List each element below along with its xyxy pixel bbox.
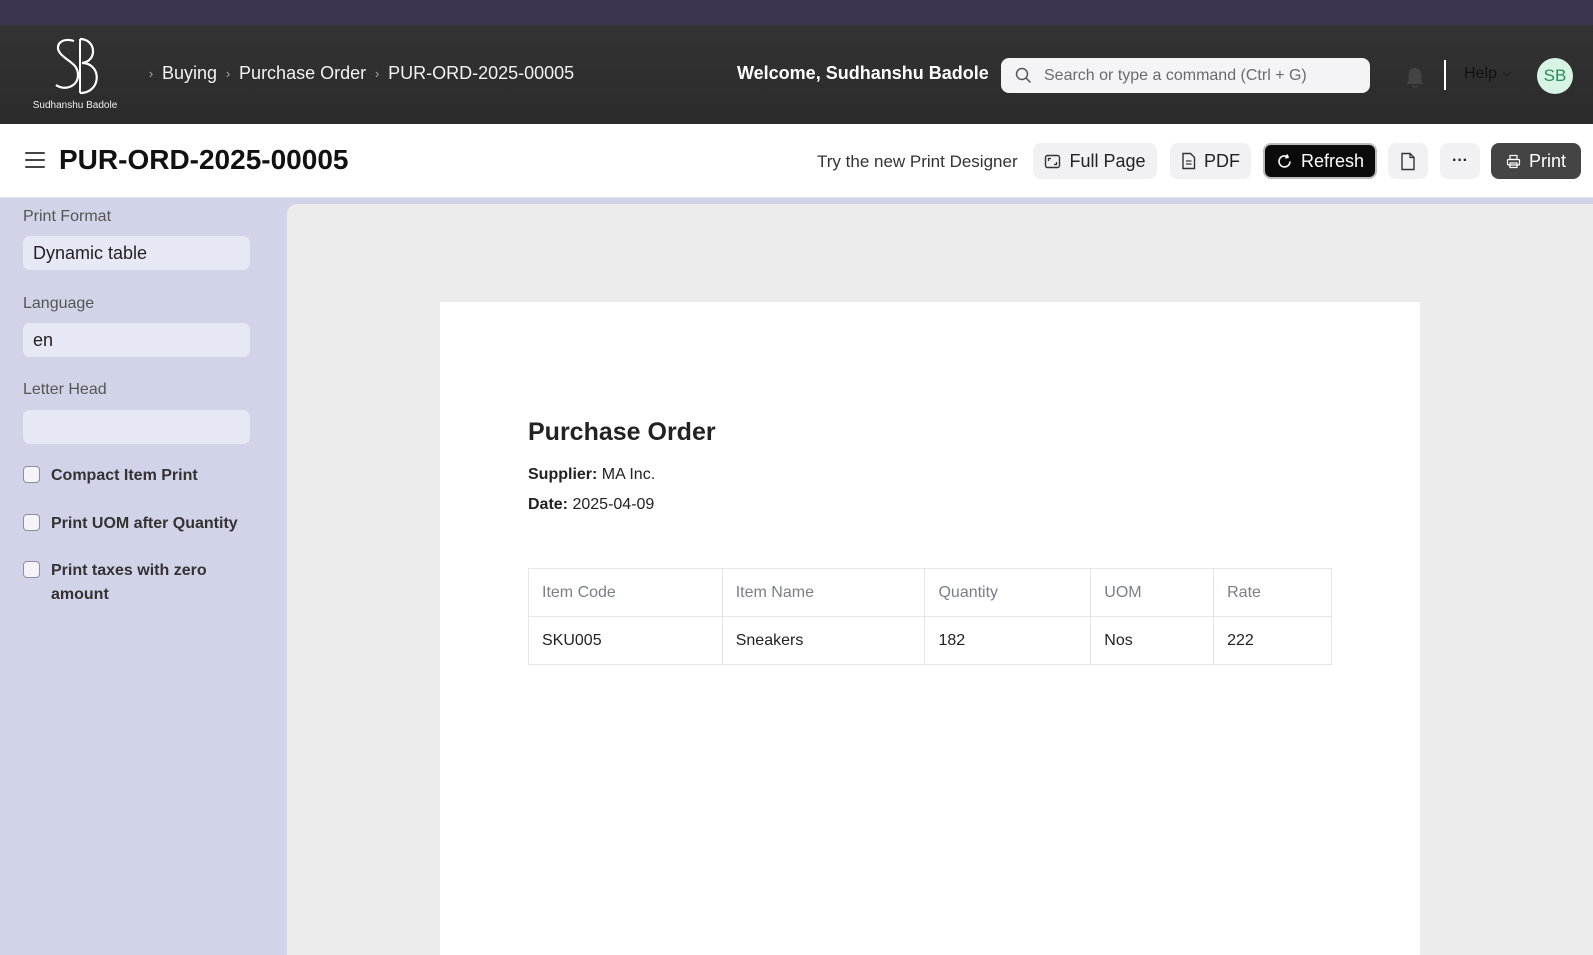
column-header-item-code: Item Code — [528, 568, 723, 617]
printer-icon — [1506, 154, 1521, 168]
breadcrumb-purchase-order[interactable]: Purchase Order — [239, 63, 366, 84]
refresh-icon — [1278, 153, 1291, 168]
file-icon — [1401, 152, 1415, 170]
supplier-line: Supplier: MA Inc. — [528, 466, 655, 484]
browser-top-strip — [0, 0, 1593, 25]
print-format-select[interactable]: Dynamic table — [23, 236, 250, 270]
new-document-button[interactable] — [1388, 143, 1428, 179]
chevron-right-icon: › — [374, 66, 380, 81]
menu-toggle-icon[interactable] — [25, 152, 45, 170]
search-icon — [1015, 67, 1032, 84]
column-header-rate: Rate — [1213, 568, 1332, 617]
expand-icon — [1045, 154, 1061, 168]
chevron-down-icon — [1502, 71, 1512, 77]
date-label: Date: — [528, 496, 569, 513]
cell-quantity: 182 — [924, 616, 1092, 665]
print-label: Print — [1528, 150, 1566, 171]
column-header-uom: UOM — [1090, 568, 1215, 617]
compact-item-print-label: Compact Item Print — [51, 467, 198, 484]
breadcrumb-buying[interactable]: Buying — [162, 63, 217, 84]
chevron-right-icon: › — [148, 66, 154, 81]
column-header-quantity: Quantity — [924, 568, 1092, 617]
avatar[interactable]: SB — [1537, 58, 1573, 94]
language-label: Language — [23, 295, 95, 312]
letter-head-select[interactable] — [23, 410, 250, 444]
sb-monogram-icon — [55, 37, 98, 95]
items-table: Item Code Item Name Quantity UOM Rate SK… — [528, 568, 1332, 665]
table-row: SKU005 Sneakers 182 Nos 222 — [528, 616, 1332, 665]
document-icon — [1182, 152, 1196, 170]
ellipsis-icon: ··· — [1452, 152, 1468, 169]
supplier-label: Supplier: — [528, 466, 598, 483]
help-dropdown[interactable]: Help — [1464, 65, 1513, 83]
print-taxes-zero-amount-label: Print taxes with zero amount — [51, 562, 207, 603]
breadcrumb-current-document[interactable]: PUR-ORD-2025-00005 — [388, 63, 574, 84]
breadcrumb: › Buying › Purchase Order › PUR-ORD-2025… — [140, 63, 574, 84]
chevron-right-icon: › — [225, 66, 231, 81]
document-title: Purchase Order — [528, 418, 716, 446]
column-header-item-name: Item Name — [721, 568, 926, 617]
cell-item-name: Sneakers — [721, 616, 926, 665]
full-page-button[interactable]: Full Page — [1033, 143, 1157, 179]
print-uom-after-quantity-label: Print UOM after Quantity — [51, 515, 238, 532]
logo-caption: Sudhanshu Badole — [32, 100, 118, 111]
language-select[interactable]: en — [23, 323, 250, 357]
navbar-divider — [1444, 60, 1446, 90]
full-page-label: Full Page — [1069, 150, 1146, 171]
pdf-label: PDF — [1204, 150, 1240, 171]
try-print-designer-link[interactable]: Try the new Print Designer — [817, 152, 1018, 172]
brand-logo[interactable]: Sudhanshu Badole — [30, 33, 120, 115]
top-navbar: Sudhanshu Badole › Buying › Purchase Ord… — [0, 25, 1593, 124]
help-label: Help — [1464, 65, 1497, 82]
refresh-button[interactable]: Refresh — [1263, 143, 1377, 179]
bell-icon[interactable] — [1404, 65, 1428, 89]
print-format-label: Print Format — [23, 208, 112, 225]
pdf-button[interactable]: PDF — [1170, 143, 1251, 179]
print-settings-sidebar: Print Format Dynamic table Language en L… — [0, 198, 287, 955]
table-header-row: Item Code Item Name Quantity UOM Rate — [528, 568, 1332, 617]
date-value: 2025-04-09 — [572, 496, 655, 513]
supplier-value: MA Inc. — [601, 466, 656, 483]
search-bar[interactable] — [1001, 58, 1370, 93]
cell-item-code: SKU005 — [528, 616, 723, 665]
print-uom-after-quantity-option[interactable]: Print UOM after Quantity — [23, 512, 238, 536]
print-button[interactable]: Print — [1491, 143, 1581, 179]
compact-item-print-checkbox[interactable] — [23, 466, 40, 483]
welcome-text: Welcome, Sudhanshu Badole — [737, 63, 989, 83]
print-taxes-zero-amount-checkbox[interactable] — [23, 561, 40, 578]
letter-head-label: Letter Head — [23, 381, 107, 398]
print-uom-after-quantity-checkbox[interactable] — [23, 514, 40, 531]
refresh-label: Refresh — [1300, 150, 1365, 171]
more-actions-button[interactable]: ··· — [1440, 143, 1480, 179]
page-header: PUR-ORD-2025-00005 Try the new Print Des… — [0, 124, 1593, 198]
date-line: Date: 2025-04-09 — [528, 496, 654, 514]
print-taxes-zero-amount-option[interactable]: Print taxes with zero amount — [23, 559, 226, 607]
compact-item-print-option[interactable]: Compact Item Print — [23, 464, 198, 488]
page-title: PUR-ORD-2025-00005 — [59, 144, 349, 175]
search-input[interactable] — [1044, 66, 1354, 85]
cell-uom: Nos — [1090, 616, 1215, 665]
cell-rate: 222 — [1213, 616, 1332, 665]
